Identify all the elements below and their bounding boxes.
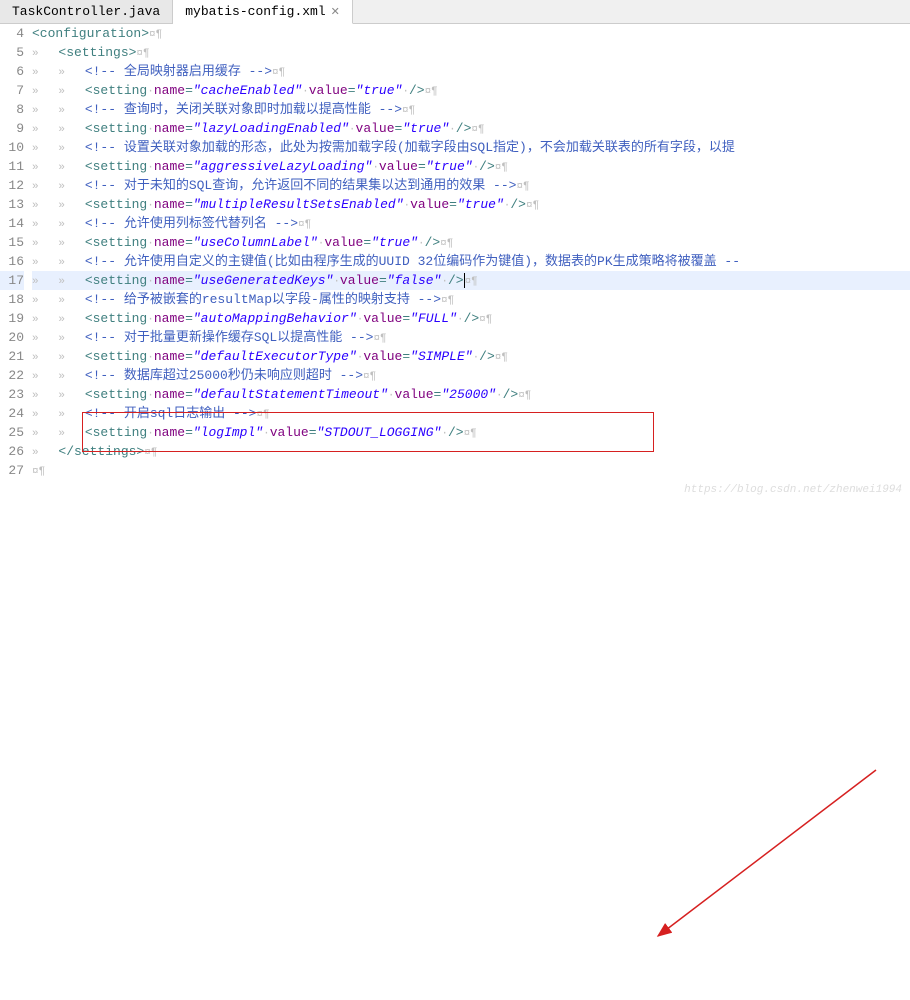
line-number: 11 — [0, 157, 24, 176]
code-line[interactable]: » » <setting·name="useGeneratedKeys"·val… — [32, 271, 910, 290]
tab-taskcontroller-java[interactable]: TaskController.java — [0, 0, 173, 23]
code-line[interactable]: » <settings>¤¶ — [32, 43, 910, 62]
code-line[interactable]: » </settings>¤¶ — [32, 442, 910, 461]
code-line[interactable]: » » <!-- 设置关联对象加载的形态，此处为按需加载字段(加载字段由SQL指… — [32, 138, 910, 157]
watermark: https://blog.csdn.net/zhenwei1994 — [684, 484, 902, 496]
line-number: 4 — [0, 24, 24, 43]
close-icon[interactable]: ✕ — [331, 5, 340, 19]
code-line[interactable]: ¤¶ — [32, 461, 910, 480]
code-line[interactable]: » » <setting·name="defaultStatementTimeo… — [32, 385, 910, 404]
line-number: 18 — [0, 290, 24, 309]
tab-bar: TaskController.java mybatis-config.xml ✕ — [0, 0, 910, 24]
line-number: 23 — [0, 385, 24, 404]
code-line[interactable]: » » <!-- 对于未知的SQL查询，允许返回不同的结果集以达到通用的效果 -… — [32, 176, 910, 195]
code-line[interactable]: » » <!-- 允许使用自定义的主键值(比如由程序生成的UUID 32位编码作… — [32, 252, 910, 271]
line-number: 22 — [0, 366, 24, 385]
line-number: 9 — [0, 119, 24, 138]
code-line[interactable]: » » <setting·name="defaultExecutorType"·… — [32, 347, 910, 366]
code-content[interactable]: <configuration>¤¶» <settings>¤¶» » <!-- … — [32, 24, 910, 500]
code-line[interactable]: » » <setting·name="logImpl"·value="STDOU… — [32, 423, 910, 442]
line-number: 21 — [0, 347, 24, 366]
code-line[interactable]: » » <setting·name="useColumnLabel"·value… — [32, 233, 910, 252]
code-line[interactable]: » » <setting·name="aggressiveLazyLoading… — [32, 157, 910, 176]
code-editor[interactable]: 4567891011121314151617181920212223242526… — [0, 24, 910, 500]
tab-label: TaskController.java — [12, 4, 160, 19]
code-line[interactable]: » » <!-- 开启sql日志输出 -->¤¶ — [32, 404, 910, 423]
line-number: 13 — [0, 195, 24, 214]
line-number: 15 — [0, 233, 24, 252]
line-number: 25 — [0, 423, 24, 442]
code-line[interactable]: » » <!-- 查询时，关闭关联对象即时加载以提高性能 -->¤¶ — [32, 100, 910, 119]
line-number: 14 — [0, 214, 24, 233]
code-line[interactable]: » » <!-- 全局映射器启用缓存 -->¤¶ — [32, 62, 910, 81]
line-number: 27 — [0, 461, 24, 480]
code-line[interactable]: » » <setting·name="multipleResultSetsEna… — [32, 195, 910, 214]
line-number: 24 — [0, 404, 24, 423]
line-number: 10 — [0, 138, 24, 157]
line-number: 8 — [0, 100, 24, 119]
code-line[interactable]: » » <!-- 允许使用列标签代替列名 -->¤¶ — [32, 214, 910, 233]
annotation-arrow — [0, 500, 910, 1000]
line-number-gutter: 4567891011121314151617181920212223242526… — [0, 24, 32, 500]
code-line[interactable]: » » <!-- 对于批量更新操作缓存SQL以提高性能 -->¤¶ — [32, 328, 910, 347]
code-line[interactable]: » » <!-- 给予被嵌套的resultMap以字段-属性的映射支持 -->¤… — [32, 290, 910, 309]
tab-mybatis-config-xml[interactable]: mybatis-config.xml ✕ — [173, 0, 353, 24]
line-number: 5 — [0, 43, 24, 62]
line-number: 12 — [0, 176, 24, 195]
code-line[interactable]: » » <setting·name="autoMappingBehavior"·… — [32, 309, 910, 328]
tab-label: mybatis-config.xml — [185, 4, 325, 19]
code-line[interactable]: » » <!-- 数据库超过25000秒仍未响应则超时 -->¤¶ — [32, 366, 910, 385]
line-number: 19 — [0, 309, 24, 328]
line-number: 16 — [0, 252, 24, 271]
code-line[interactable]: <configuration>¤¶ — [32, 24, 910, 43]
code-line[interactable]: » » <setting·name="cacheEnabled"·value="… — [32, 81, 910, 100]
line-number: 7 — [0, 81, 24, 100]
line-number: 26 — [0, 442, 24, 461]
line-number: 6 — [0, 62, 24, 81]
line-number: 20 — [0, 328, 24, 347]
line-number: 17 — [0, 271, 24, 290]
code-line[interactable]: » » <setting·name="lazyLoadingEnabled"·v… — [32, 119, 910, 138]
